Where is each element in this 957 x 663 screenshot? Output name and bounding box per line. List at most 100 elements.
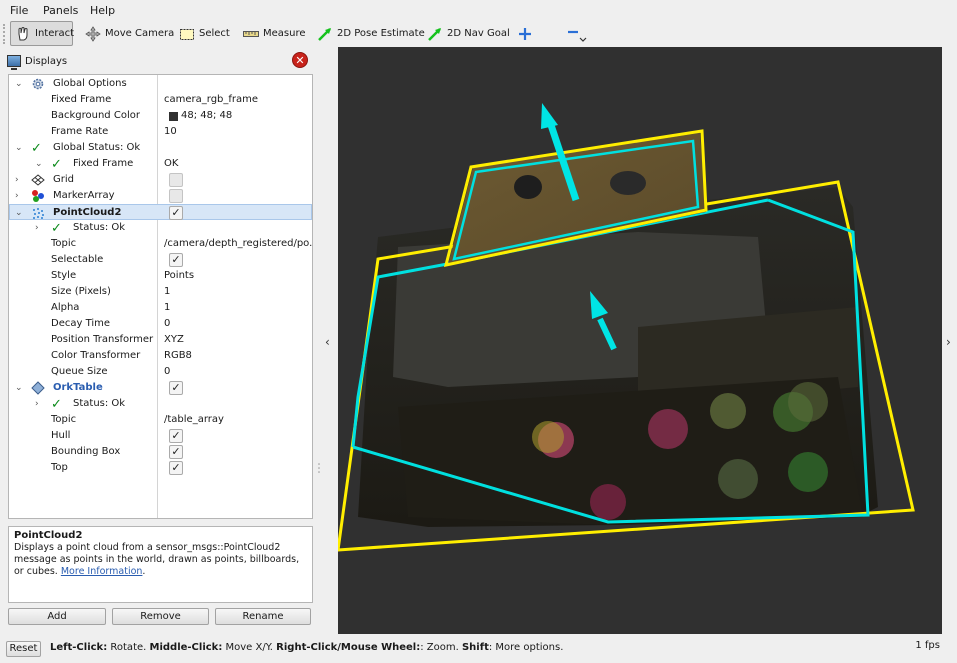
tree-row-fixed-frame-status[interactable]: ⌄ ✓ Fixed Frame OK [9, 156, 312, 172]
description-title: PointCloud2 [14, 530, 83, 541]
collapse-arrow-icon[interactable]: ⌄ [35, 156, 45, 172]
tree-row-ork-table[interactable]: ⌄ OrkTable ✓ [9, 380, 312, 396]
close-icon[interactable]: ✕ [292, 52, 308, 68]
tree-row-value[interactable]: camera_rgb_frame [164, 92, 312, 108]
tree-row-value[interactable]: 48; 48; 48 [181, 108, 312, 124]
marker-array-checkbox[interactable] [169, 189, 183, 203]
nav-goal-tool[interactable]: 2D Nav Goal [422, 21, 515, 46]
tree-row-color-transformer[interactable]: Color Transformer RGB8 [9, 348, 312, 364]
tree-row-position-transformer[interactable]: Position Transformer XYZ [9, 332, 312, 348]
tree-row-alpha[interactable]: Alpha 1 [9, 300, 312, 316]
hand-icon [15, 26, 31, 42]
hint-middle-click: Middle-Click: [149, 642, 223, 653]
ork-table-checkbox[interactable]: ✓ [169, 381, 183, 395]
tree-row-name: Topic [51, 238, 77, 249]
color-swatch[interactable] [169, 112, 178, 121]
tree-row-background-color[interactable]: Background Color 48; 48; 48 [9, 108, 312, 124]
pointcloud2-checkbox[interactable]: ✓ [169, 206, 183, 220]
yellow-ball [532, 421, 564, 453]
remove-tool-button[interactable] [560, 21, 590, 46]
displays-panel: Displays ✕ ⌄ Global Options Fixed Frame … [4, 50, 314, 633]
tree-row-global-options[interactable]: ⌄ Global Options [9, 76, 312, 92]
tree-row-value[interactable]: 0 [164, 316, 312, 332]
pose-estimate-tool[interactable]: 2D Pose Estimate [312, 21, 430, 46]
checkmark-icon: ✓ [51, 221, 62, 236]
select-tool[interactable]: Select [174, 21, 235, 46]
tree-row-value[interactable]: XYZ [164, 332, 312, 348]
tree-row-frame-rate[interactable]: Frame Rate 10 [9, 124, 312, 140]
reset-button[interactable]: Reset [6, 641, 41, 657]
tree-row-value[interactable]: RGB8 [164, 348, 312, 364]
expand-arrow-icon[interactable]: › [15, 188, 25, 204]
collapse-right-icon[interactable]: › [946, 335, 951, 349]
tree-row-value[interactable]: /table_array [164, 412, 312, 428]
grid-checkbox[interactable] [169, 173, 183, 187]
menu-panels[interactable]: Panels [43, 4, 78, 17]
measure-tool[interactable]: Measure [238, 21, 311, 46]
select-box-icon [179, 26, 195, 42]
collapse-arrow-icon[interactable]: ⌄ [15, 76, 25, 92]
purple-ball [648, 409, 688, 449]
tree-row-ork-status[interactable]: › ✓ Status: Ok [9, 396, 312, 412]
tree-row-grid[interactable]: › Grid [9, 172, 312, 188]
menu-bar [0, 0, 957, 20]
green-ball [788, 382, 828, 422]
tree-row-size[interactable]: Size (Pixels) 1 [9, 284, 312, 300]
tree-row-value[interactable]: /camera/depth_registered/po... [164, 236, 312, 252]
collapse-arrow-icon[interactable]: ⌄ [15, 205, 25, 221]
remove-button[interactable]: Remove [112, 608, 209, 625]
tree-row-value[interactable]: 0 [164, 364, 312, 380]
tree-row-pointcloud2[interactable]: ⌄ PointCloud2 ✓ [9, 204, 312, 220]
tree-row-name: Size (Pixels) [51, 286, 111, 297]
tree-row-topic[interactable]: Topic /camera/depth_registered/po... [9, 236, 312, 252]
description-box: PointCloud2 Displays a point cloud from … [8, 526, 313, 603]
plus-icon [517, 26, 533, 42]
purple-ball [590, 484, 626, 520]
interact-tool[interactable]: Interact [10, 21, 74, 46]
tree-row-name: Status: Ok [73, 398, 126, 409]
rename-button[interactable]: Rename [215, 608, 311, 625]
tree-row-hull[interactable]: Hull ✓ [9, 428, 312, 444]
tree-row-fixed-frame[interactable]: Fixed Frame camera_rgb_frame [9, 92, 312, 108]
tree-row-selectable[interactable]: Selectable ✓ [9, 252, 312, 268]
tree-row-top[interactable]: Top ✓ [9, 460, 312, 476]
render-view[interactable] [338, 47, 942, 634]
tree-row-global-status[interactable]: ⌄ ✓ Global Status: Ok [9, 140, 312, 156]
add-tool-button[interactable] [512, 21, 542, 46]
tree-row-queue-size[interactable]: Queue Size 0 [9, 364, 312, 380]
tree-row-value[interactable]: 1 [164, 300, 312, 316]
collapse-arrow-icon[interactable]: ⌄ [15, 380, 25, 396]
collapse-left-icon[interactable]: ‹ [325, 335, 330, 349]
expand-arrow-icon[interactable]: › [15, 172, 25, 188]
menu-help[interactable]: Help [90, 4, 115, 17]
tree-row-name: Grid [53, 174, 74, 185]
more-information-link[interactable]: More Information [61, 566, 143, 577]
tree-row-marker-array[interactable]: › MarkerArray [9, 188, 312, 204]
tree-row-value[interactable]: 10 [164, 124, 312, 140]
top-checkbox[interactable]: ✓ [169, 461, 183, 475]
tree-row-ork-topic[interactable]: Topic /table_array [9, 412, 312, 428]
bounding-box-checkbox[interactable]: ✓ [169, 445, 183, 459]
gear-icon [31, 77, 45, 91]
tree-row-value[interactable]: Points [164, 268, 312, 284]
tree-row-bounding-box[interactable]: Bounding Box ✓ [9, 444, 312, 460]
hull-checkbox[interactable]: ✓ [169, 429, 183, 443]
menu-file[interactable]: File [10, 4, 28, 17]
tree-row-decay-time[interactable]: Decay Time 0 [9, 316, 312, 332]
tree-row-value[interactable]: 1 [164, 284, 312, 300]
move-camera-tool[interactable]: Move Camera [80, 21, 179, 46]
tree-row-style[interactable]: Style Points [9, 268, 312, 284]
expand-arrow-icon[interactable]: › [35, 220, 45, 236]
toolbar-grip[interactable] [3, 24, 7, 44]
tree-row-name: Hull [51, 430, 71, 441]
selectable-checkbox[interactable]: ✓ [169, 253, 183, 267]
add-button[interactable]: Add [8, 608, 106, 625]
normal-arrow-head [541, 103, 558, 129]
checkmark-icon: ✓ [51, 157, 62, 172]
collapse-arrow-icon[interactable]: ⌄ [15, 140, 25, 156]
panel-splitter[interactable] [318, 48, 320, 638]
tree-row-name: Top [51, 462, 68, 473]
tree-row-status[interactable]: › ✓ Status: Ok [9, 220, 312, 236]
expand-arrow-icon[interactable]: › [35, 396, 45, 412]
pointcloud-icon [31, 206, 45, 220]
